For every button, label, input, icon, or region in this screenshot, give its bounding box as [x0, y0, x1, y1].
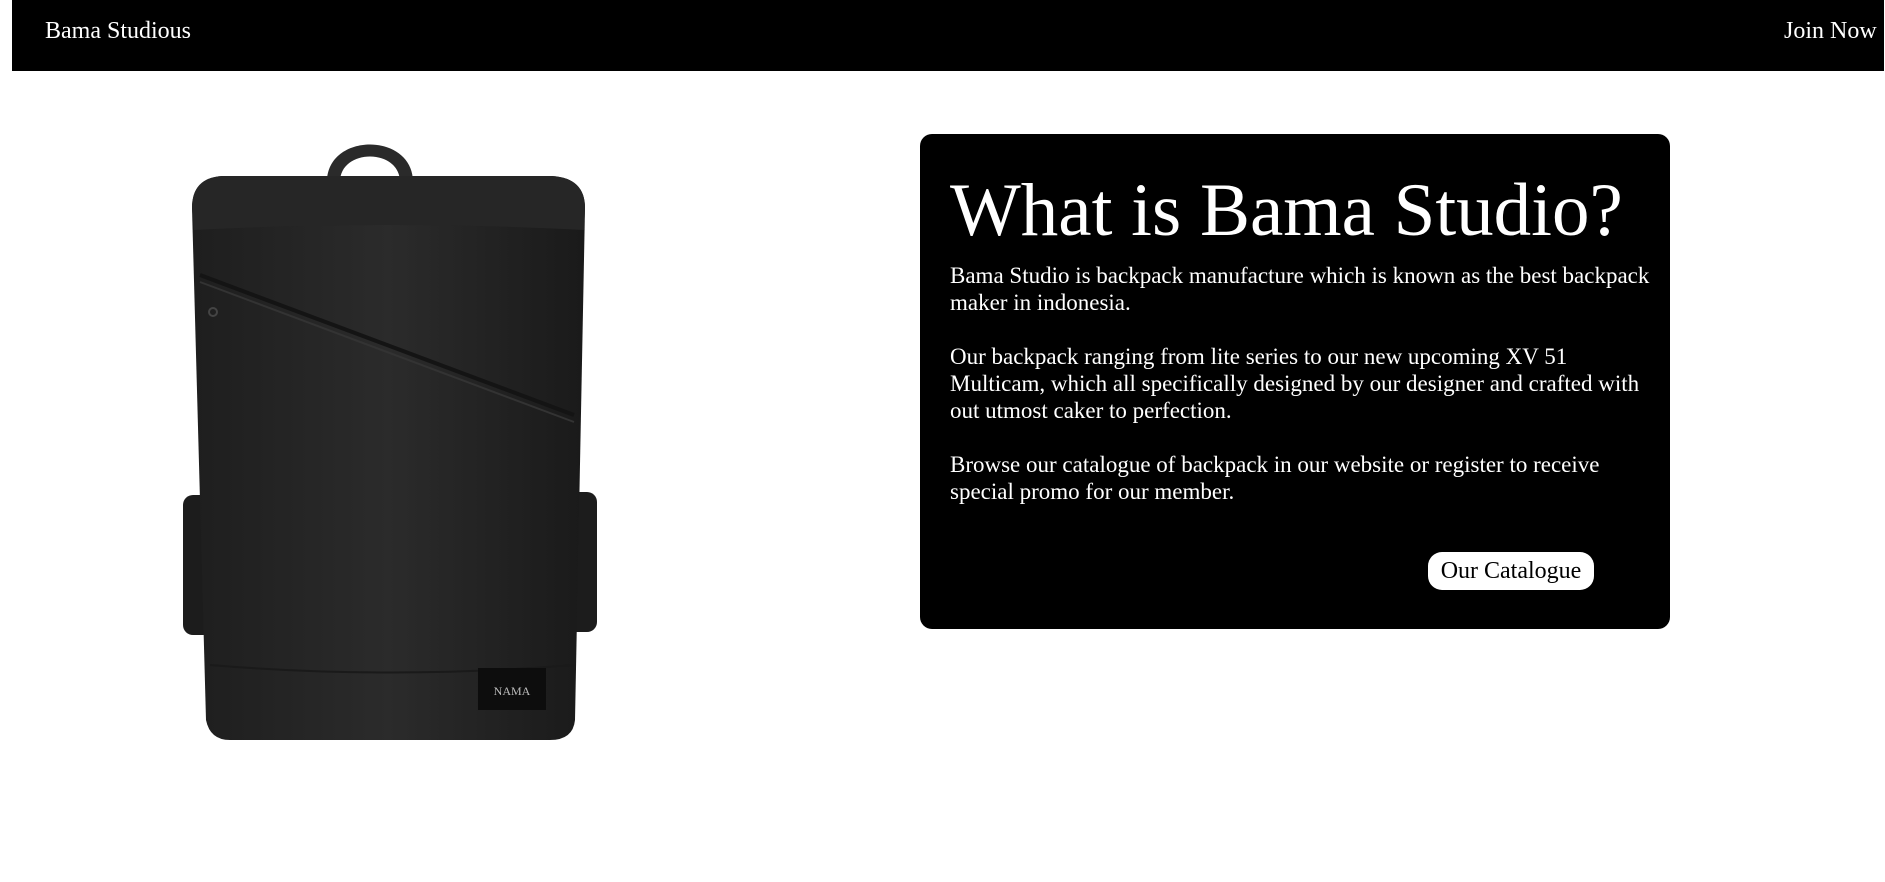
- backpack-badge: NAMA: [494, 684, 531, 698]
- brand-link[interactable]: Bama Studious: [45, 17, 191, 45]
- about-paragraph-3: Browse our catalogue of backpack in our …: [950, 452, 1600, 504]
- about-card: What is Bama Studio? Bama Studio is back…: [920, 134, 1670, 629]
- about-paragraph-2: Our backpack ranging from lite series to…: [950, 344, 1640, 423]
- join-now-link[interactable]: Join Now: [1784, 17, 1884, 45]
- about-title: What is Bama Studio?: [950, 169, 1623, 252]
- about-paragraph-1: Bama Studio is backpack manufacture whic…: [950, 263, 1650, 315]
- our-catalogue-button[interactable]: Our Catalogue: [1428, 552, 1594, 590]
- top-navbar: Bama Studious Join Now: [12, 0, 1884, 71]
- backpack-image: NAMA: [170, 120, 610, 750]
